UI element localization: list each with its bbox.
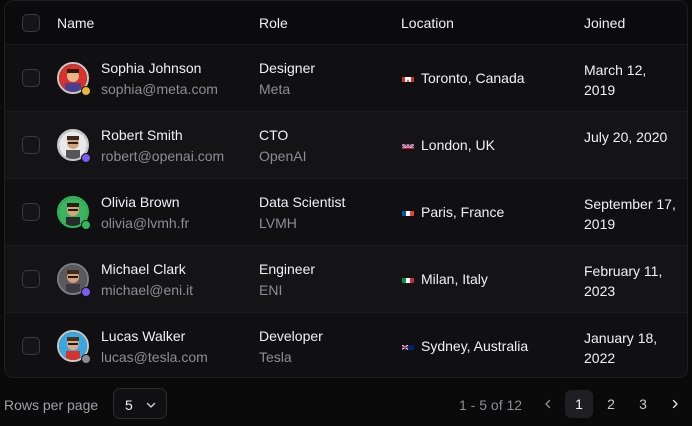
user-company: OpenAI [259,148,307,164]
header-joined[interactable]: Joined [584,15,625,31]
user-company: LVMH [259,215,297,231]
row-checkbox[interactable] [22,270,40,288]
user-role: Developer [259,328,323,344]
joined-date: September 17, 2019 [584,196,676,232]
user-name: Sophia Johnson [101,60,202,76]
page-button-2[interactable]: 2 [597,390,625,418]
status-badge [81,86,91,96]
joined-date: July 20, 2020 [584,129,668,145]
chevron-left-icon[interactable] [542,397,554,416]
user-email: olivia@lvmh.fr [101,215,190,231]
row-checkbox[interactable] [22,203,40,221]
user-role: Engineer [259,261,316,277]
user-location: Milan, Italy [421,271,488,287]
header-role[interactable]: Role [259,15,288,31]
uk-flag-icon [402,140,414,149]
chevron-right-icon[interactable] [669,397,681,416]
user-location: London, UK [421,137,495,153]
australia-flag-icon [402,341,414,350]
user-role: Designer [259,60,316,76]
user-email: robert@openai.com [101,148,225,164]
italy-flag-icon [402,274,414,283]
joined-date: March 12, 2019 [584,62,647,98]
users-table: Name Role Location Joined Sophia Johnson… [4,0,688,378]
user-location: Toronto, Canada [421,70,525,86]
user-email: sophia@meta.com [101,81,218,97]
user-role: Data Scientist [259,194,346,210]
table-row[interactable]: Olivia Brown olivia@lvmh.fr Data Scienti… [5,178,687,246]
rows-per-page-select[interactable]: 5 [113,388,167,419]
status-badge [81,354,91,364]
header-name[interactable]: Name [57,15,94,31]
page-button-1[interactable]: 1 [565,390,593,418]
status-badge [81,153,91,163]
user-email: lucas@tesla.com [101,349,208,365]
pagination-range: 1 - 5 of 12 [459,397,523,413]
user-name: Olivia Brown [101,194,180,210]
france-flag-icon [402,207,414,216]
user-email: michael@eni.it [101,282,194,298]
table-row[interactable]: Lucas Walker lucas@tesla.com Developer T… [5,312,687,377]
status-badge [81,287,91,297]
user-name: Robert Smith [101,127,183,143]
joined-date: January 18, 2022 [584,330,658,366]
page-button-3[interactable]: 3 [629,390,657,418]
user-name: Michael Clark [101,261,186,277]
user-company: Tesla [259,349,292,365]
row-checkbox[interactable] [22,337,40,355]
user-name: Lucas Walker [101,328,186,344]
rows-per-page-value: 5 [125,397,133,413]
table-header: Name Role Location Joined [5,1,687,45]
canada-flag-icon [402,73,414,82]
table-row[interactable]: Michael Clark michael@eni.it Engineer EN… [5,245,687,313]
chevron-down-icon [145,398,157,416]
user-role: CTO [259,127,289,143]
user-location: Sydney, Australia [421,338,529,354]
header-location[interactable]: Location [401,15,454,31]
row-checkbox[interactable] [22,69,40,87]
status-badge [81,220,91,230]
user-location: Paris, France [421,204,505,220]
select-all-checkbox[interactable] [22,14,40,32]
user-company: Meta [259,81,291,97]
table-row[interactable]: Robert Smith robert@openai.com CTO OpenA… [5,111,687,179]
table-row[interactable]: Sophia Johnson sophia@meta.com Designer … [5,44,687,112]
rows-per-page-label: Rows per page [4,397,99,413]
user-company: ENI [259,282,283,298]
row-checkbox[interactable] [22,136,40,154]
joined-date: February 11, 2023 [584,263,663,299]
